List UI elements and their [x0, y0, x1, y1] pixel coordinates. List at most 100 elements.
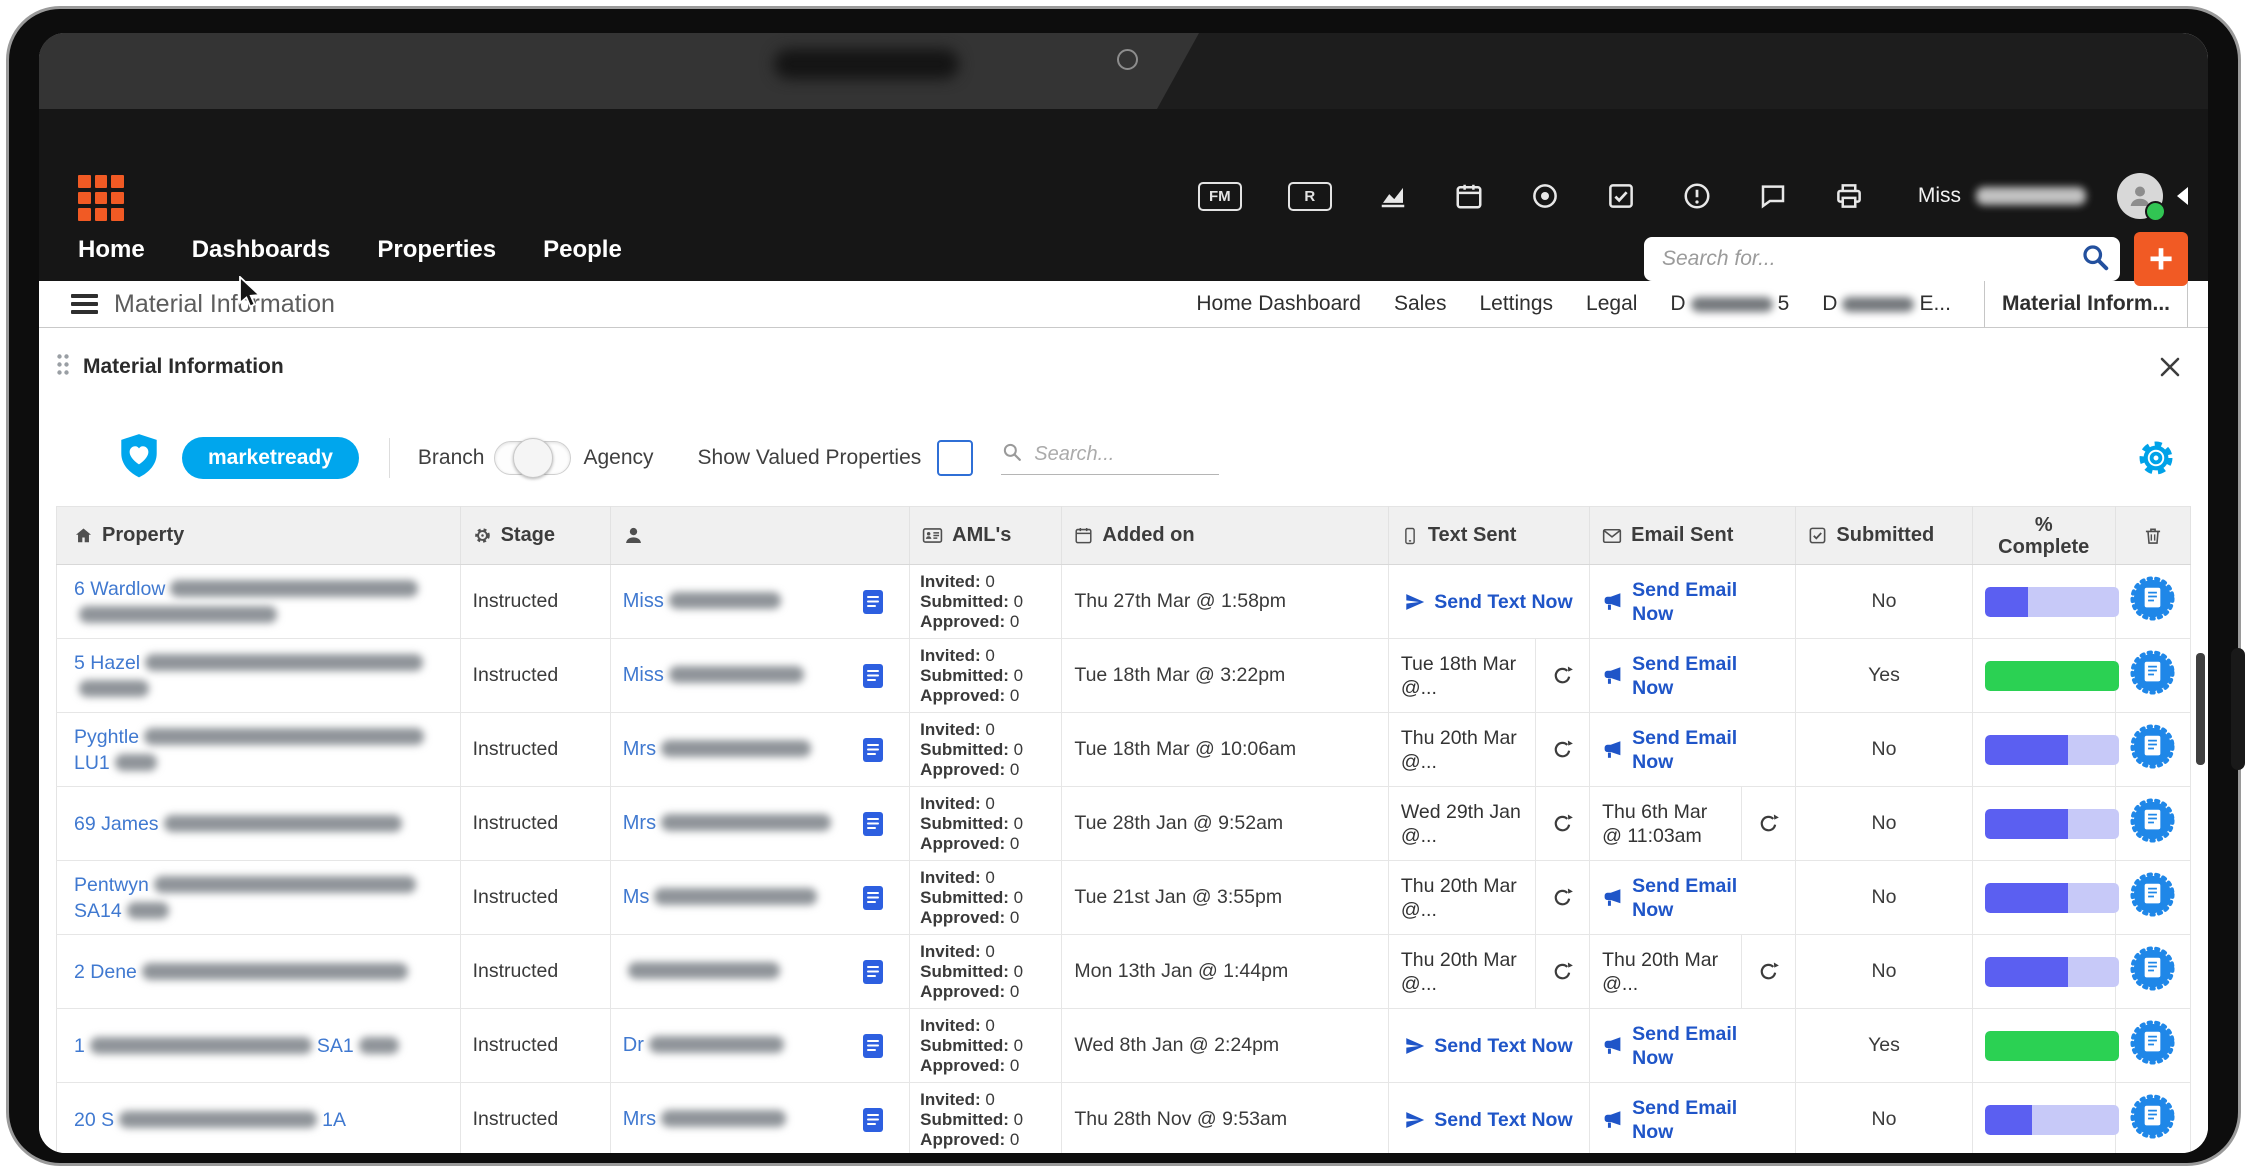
col-header-complete[interactable]: %Complete [1972, 507, 2115, 565]
calendar-icon[interactable] [1454, 181, 1484, 211]
notes-document-icon[interactable] [861, 1032, 885, 1060]
fm-app-icon[interactable]: FM [1198, 182, 1242, 211]
branch-agency-toggle[interactable] [494, 441, 571, 475]
send-email-now-link[interactable]: Send Email Now [1590, 1009, 1795, 1082]
show-valued-checkbox[interactable] [937, 440, 973, 476]
nav-item-home[interactable]: Home [78, 236, 145, 264]
material-info-action-button[interactable] [2129, 871, 2176, 918]
alerts-icon[interactable] [1682, 181, 1712, 211]
app-grid-logo-icon[interactable] [78, 175, 124, 221]
tasks-check-icon[interactable] [1606, 181, 1636, 211]
nav-item-people[interactable]: People [543, 236, 622, 264]
resend-refresh-button[interactable] [1741, 935, 1795, 1008]
tab-legal[interactable]: Legal [1586, 281, 1637, 327]
col-header-contact[interactable] [610, 507, 909, 565]
contact-link[interactable] [623, 960, 785, 982]
messages-icon[interactable] [1758, 181, 1788, 211]
material-info-action-button[interactable] [2129, 945, 2176, 992]
resend-refresh-button[interactable] [1535, 787, 1589, 860]
resend-refresh-button[interactable] [1535, 713, 1589, 786]
nav-item-properties[interactable]: Properties [377, 236, 496, 264]
send-text-now-link[interactable]: Send Text Now [1389, 1009, 1589, 1082]
area-chart-icon[interactable] [1378, 181, 1408, 211]
send-email-now-link[interactable]: Send Email Now [1590, 861, 1795, 934]
resend-refresh-button[interactable] [1741, 787, 1795, 860]
material-info-action-button[interactable] [2129, 1093, 2176, 1140]
tab-redacted-1[interactable]: D5 [1670, 281, 1789, 327]
property-link[interactable]: 6 Wardlow [74, 576, 448, 628]
send-email-now-link[interactable]: Send Email Now [1590, 565, 1795, 638]
tab-material-information[interactable]: Material Inform... [1984, 281, 2188, 327]
property-link[interactable]: 1SA1 [74, 1033, 448, 1059]
contact-link[interactable]: Miss [623, 664, 809, 686]
col-header-email-sent[interactable]: Email Sent [1590, 507, 1796, 565]
send-text-now-link[interactable]: Send Text Now [1389, 565, 1589, 638]
tab-home-dashboard[interactable]: Home Dashboard [1196, 281, 1361, 327]
notes-document-icon[interactable] [861, 662, 885, 690]
resend-refresh-button[interactable] [1535, 935, 1589, 1008]
notes-document-icon[interactable] [861, 736, 885, 764]
drag-handle-icon[interactable] [56, 353, 70, 381]
heart-shield-icon [114, 431, 164, 486]
send-email-now-link[interactable]: Send Email Now [1590, 639, 1795, 712]
tab-sales[interactable]: Sales [1394, 281, 1447, 327]
print-icon[interactable] [1834, 181, 1864, 211]
toggle-knob[interactable] [513, 438, 553, 478]
contact-link[interactable]: Mrs [623, 738, 816, 760]
tab-lettings[interactable]: Lettings [1479, 281, 1553, 327]
target-icon[interactable] [1530, 181, 1560, 211]
text-sent-cell: Thu 20th Mar @... [1388, 935, 1589, 1009]
user-name[interactable]: Miss [1918, 184, 2091, 208]
added-on-cell: Wed 8th Jan @ 2:24pm [1062, 1009, 1388, 1083]
resend-refresh-button[interactable] [1535, 639, 1589, 712]
hamburger-menu-icon[interactable] [71, 294, 98, 327]
property-link[interactable]: PyghtleLU1 [74, 724, 448, 776]
collapse-caret-icon[interactable] [2177, 187, 2188, 205]
settings-gear-icon[interactable] [2135, 437, 2177, 479]
send-email-now-link[interactable]: Send Email Now [1590, 1083, 1795, 1153]
nav-item-dashboards[interactable]: Dashboards [192, 236, 331, 264]
send-email-now-link[interactable]: Send Email Now [1590, 713, 1795, 786]
contact-link[interactable]: Ms [623, 886, 823, 908]
property-link[interactable]: 20 S1A [74, 1107, 448, 1133]
browser-tab[interactable] [39, 33, 1199, 109]
material-info-action-button[interactable] [2129, 797, 2176, 844]
notes-document-icon[interactable] [861, 810, 885, 838]
col-header-text-sent[interactable]: Text Sent [1388, 507, 1589, 565]
contact-link[interactable]: Mrs [623, 812, 836, 834]
col-header-property[interactable]: Property [57, 507, 461, 565]
col-header-added-on[interactable]: Added on [1062, 507, 1388, 565]
contact-link[interactable]: Miss [623, 590, 786, 612]
table-search-input[interactable] [1032, 442, 1206, 467]
notes-document-icon[interactable] [861, 1106, 885, 1134]
progress-bar [1985, 587, 2119, 617]
tab-redacted-2[interactable]: DE... [1822, 281, 1951, 327]
col-header-amls[interactable]: AML's [910, 507, 1062, 565]
resend-refresh-button[interactable] [1535, 861, 1589, 934]
notes-document-icon[interactable] [861, 588, 885, 616]
notes-document-icon[interactable] [861, 958, 885, 986]
material-info-action-button[interactable] [2129, 1019, 2176, 1066]
notes-document-icon[interactable] [861, 884, 885, 912]
scrollbar-thumb[interactable] [2196, 653, 2205, 765]
material-info-action-button[interactable] [2129, 723, 2176, 770]
contact-link[interactable]: Dr [623, 1034, 789, 1056]
add-new-button[interactable]: + [2134, 232, 2188, 286]
global-search-input[interactable] [1660, 246, 2080, 272]
send-text-now-link[interactable]: Send Text Now [1389, 1083, 1589, 1153]
material-info-action-button[interactable] [2129, 575, 2176, 622]
property-link[interactable]: 5 Hazel [74, 650, 448, 702]
property-link[interactable]: 69 James [74, 811, 448, 837]
col-header-delete[interactable] [2115, 507, 2190, 565]
col-header-submitted[interactable]: Submitted [1796, 507, 1972, 565]
avatar[interactable] [2117, 173, 2163, 219]
property-link[interactable]: PentwynSA14 [74, 872, 448, 924]
material-info-action-button[interactable] [2129, 649, 2176, 696]
r-portal-icon[interactable]: R [1288, 182, 1332, 211]
search-icon[interactable] [2080, 242, 2110, 277]
contact-link[interactable]: Mrs [623, 1108, 791, 1130]
marketready-button[interactable]: marketready [182, 437, 359, 479]
col-header-stage[interactable]: Stage [460, 507, 610, 565]
close-panel-button[interactable] [2157, 354, 2183, 380]
property-link[interactable]: 2 Dene [74, 959, 448, 985]
